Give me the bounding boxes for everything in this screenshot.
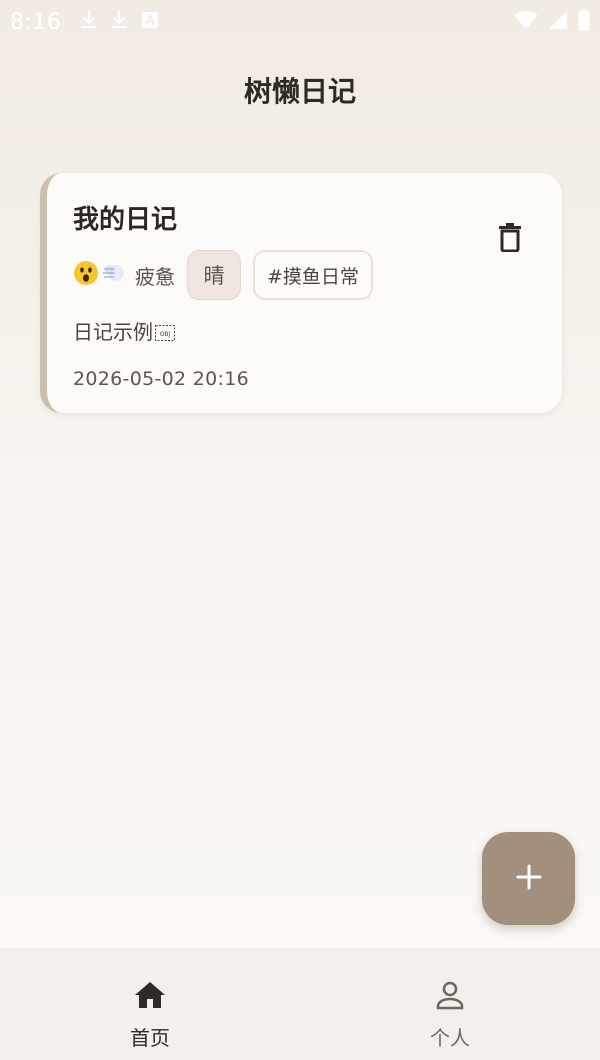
diary-body: 日记示例 OBJ [73, 316, 532, 346]
plus-icon [515, 863, 543, 895]
download-icon [81, 10, 97, 34]
home-icon [133, 980, 167, 1014]
download-icon [111, 10, 127, 34]
weather-chip: 晴 [187, 250, 241, 300]
status-right-icons [514, 9, 590, 35]
tag-chip[interactable]: #摸鱼日常 [253, 250, 373, 300]
mood-emojis [73, 260, 127, 290]
diary-meta-row: 疲惫 晴 #摸鱼日常 [73, 250, 532, 300]
object-placeholder-icon: OBJ [155, 322, 175, 346]
mood-label: 疲惫 [135, 264, 175, 289]
nav-label-profile: 个人 [430, 1026, 470, 1050]
diary-datetime: 2026-05-02 20:16 [73, 367, 250, 390]
status-left-icons [81, 10, 159, 34]
battery-icon [578, 9, 590, 35]
add-diary-button[interactable] [482, 832, 575, 925]
status-time: 8:16 [10, 9, 62, 35]
nav-item-profile[interactable]: 个人 [300, 948, 600, 1060]
nav-item-home[interactable]: 首页 [0, 948, 300, 1060]
nav-label-home: 首页 [130, 1026, 170, 1050]
person-icon [435, 980, 465, 1014]
status-bar: 8:16 [0, 0, 600, 44]
diary-body-text: 日记示例 [73, 320, 153, 344]
dash-puff-icon [101, 260, 127, 290]
cell-signal-icon [548, 10, 568, 34]
diary-title: 我的日记 [73, 205, 178, 235]
bottom-nav: 首页 个人 [0, 948, 600, 1060]
wifi-icon [514, 10, 538, 34]
page-title: 树懒日记 [243, 75, 356, 108]
trash-icon [498, 222, 522, 256]
diary-card[interactable]: 我的日记 疲惫 晴 #摸鱼日常 日记示例 OBJ 2026-05-02 20:1… [40, 173, 562, 413]
font-a-icon [141, 11, 159, 33]
svg-text:OBJ: OBJ [160, 331, 171, 338]
surprised-face-icon [73, 260, 99, 290]
delete-button[interactable] [496, 223, 524, 255]
